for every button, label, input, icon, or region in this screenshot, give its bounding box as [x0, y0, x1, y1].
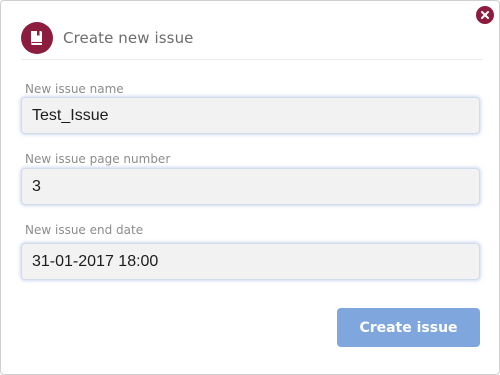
- issue-end-date-input[interactable]: [21, 243, 480, 280]
- header-badge: [21, 22, 53, 54]
- issue-page-number-label: New issue page number: [25, 152, 171, 166]
- create-issue-button[interactable]: Create issue: [337, 308, 480, 347]
- issue-end-date-label: New issue end date: [25, 223, 144, 237]
- book-icon: [31, 31, 42, 45]
- create-issue-dialog: Create new issue New issue name New issu…: [0, 0, 500, 375]
- issue-name-label: New issue name: [25, 82, 124, 96]
- issue-name-input[interactable]: [21, 97, 480, 134]
- close-icon: [481, 11, 489, 19]
- issue-page-number-input[interactable]: [21, 168, 480, 205]
- dialog-title: Create new issue: [63, 29, 194, 47]
- dialog-header: Create new issue: [21, 22, 483, 60]
